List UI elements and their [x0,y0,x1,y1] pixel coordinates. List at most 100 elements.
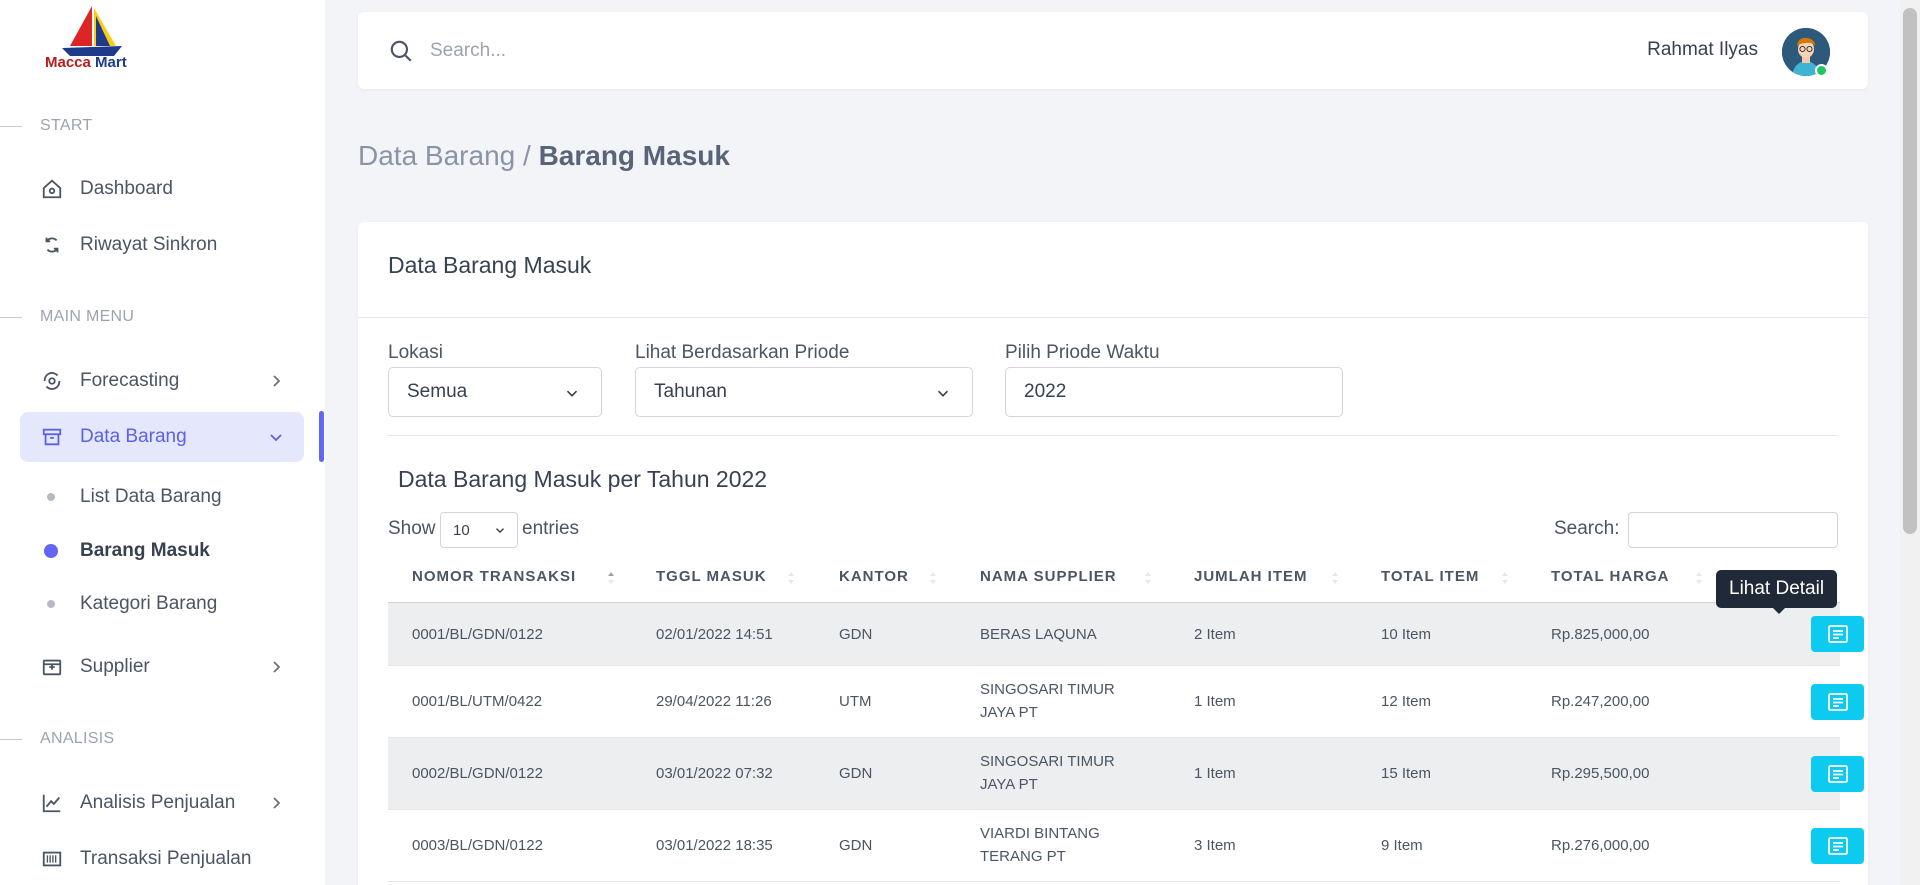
periode-label: Lihat Berdasarkan Priode [635,342,850,363]
sort-icon[interactable] [1331,570,1339,586]
view-detail-button[interactable] [1811,756,1864,792]
sort-icon[interactable] [1501,570,1509,586]
document-icon [1827,765,1848,783]
sidebar-item-data-barang[interactable]: Data Barang [20,412,304,462]
table-row: 0001/BL/GDN/0122 02/01/2022 14:51 GDN BE… [388,603,1864,666]
cell-total-harga: Rp.295,500,00 [1551,765,1650,782]
line-chart-icon [40,791,64,815]
sidebar-item-supplier[interactable]: Supplier [20,642,304,692]
cell-tanggal: 03/01/2022 18:35 [656,837,773,854]
sort-icon[interactable] [787,570,795,586]
show-label: Show [388,518,436,539]
search-icon[interactable] [388,38,414,64]
sidebar-item-forecasting[interactable]: Forecasting [20,356,304,406]
column-header-total-item[interactable]: TOTAL ITEM [1381,568,1479,585]
top-bar: Rahmat Ilyas [358,12,1868,89]
cell-nomor: 0001/BL/UTM/0422 [412,693,543,710]
entries-select[interactable]: 10 [440,512,518,548]
lokasi-value: Semua [407,381,468,402]
cell-total-harga: Rp.247,200,00 [1551,693,1650,710]
cell-supplier-line2: JAYA PT [980,776,1038,793]
sidebar-item-riwayat-sinkron[interactable]: Riwayat Sinkron [20,220,304,270]
cell-jumlah-item: 2 Item [1194,626,1236,643]
document-icon [1827,693,1848,711]
subitem-label: List Data Barang [80,486,222,507]
waktu-input[interactable]: 2022 [1005,367,1343,417]
periode-select[interactable]: Tahunan [635,367,973,417]
column-header-nomor-transaksi[interactable]: NOMOR TRANSAKSI [412,568,576,585]
cell-kantor: GDN [839,626,873,643]
column-header-tggl-masuk[interactable]: TGGL MASUK [656,568,767,585]
bullet-dot-icon [47,600,55,608]
section-main-menu: MAIN MENU [0,308,134,326]
user-name[interactable]: Rahmat Ilyas [1647,39,1758,61]
cell-nomor: 0001/BL/GDN/0122 [412,626,543,643]
inbox-icon [40,655,64,679]
view-detail-button[interactable] [1811,828,1864,864]
breadcrumb-parent[interactable]: Data Barang / [358,140,531,171]
bullet-dot-icon [44,544,58,558]
chevron-down-icon [566,390,578,397]
sidebar-item-transaksi-penjualan[interactable]: Transaksi Penjualan [20,834,304,884]
sidebar-subitem-list-data-barang[interactable]: List Data Barang [40,486,222,508]
table-search-input[interactable] [1628,512,1838,548]
cell-jumlah-item: 1 Item [1194,693,1236,710]
card-title: Data Barang Masuk [388,252,592,278]
scrollbar-thumb[interactable] [1903,8,1917,534]
view-detail-button[interactable] [1811,684,1864,720]
cell-tanggal: 02/01/2022 14:51 [656,626,773,643]
page-title: Barang Masuk [538,140,730,171]
bullet-dot-icon [47,493,55,501]
periode-value: Tahunan [654,381,727,402]
sort-icon[interactable] [929,570,937,586]
cell-total-item: 12 Item [1381,693,1432,710]
sidebar: Macca Mart START Dashboard Riwayat Sinkr… [0,0,325,885]
sidebar-item-label: Transaksi Penjualan [80,848,252,869]
breadcrumb: Data Barang / Barang Masuk [358,140,730,172]
home-icon [40,177,64,201]
scrollbar[interactable] [1900,0,1920,885]
cell-total-item: 9 Item [1381,837,1423,854]
table-row: 0001/BL/UTM/0422 29/04/2022 11:26 UTM SI… [388,666,1864,738]
sidebar-subitem-barang-masuk[interactable]: Barang Masuk [40,540,210,562]
column-header-kantor[interactable]: KANTOR [839,568,909,585]
table-search-label: Search: [1554,518,1620,539]
archive-icon [40,425,64,449]
cell-supplier: SINGOSARI TIMUR [980,681,1115,698]
sort-icon[interactable] [1144,570,1152,586]
cell-nomor: 0002/BL/GDN/0122 [412,765,543,782]
online-status-dot [1815,64,1828,77]
divider [358,317,1868,318]
waktu-value: 2022 [1024,381,1067,402]
ship-logo-icon [62,6,122,56]
chevron-right-icon [273,661,281,673]
section-start: START [0,117,92,135]
cell-kantor: UTM [839,693,872,710]
column-header-jumlah-item[interactable]: JUMLAH ITEM [1194,568,1308,585]
brand-logo[interactable]: Macca Mart [40,2,140,74]
barcode-icon [40,847,64,871]
document-icon [1827,625,1848,643]
cell-jumlah-item: 1 Item [1194,765,1236,782]
forecast-icon [40,369,64,393]
sort-icon[interactable] [607,570,615,586]
entries-value: 10 [453,521,470,539]
view-detail-button[interactable] [1811,616,1864,652]
sidebar-item-dashboard[interactable]: Dashboard [20,164,304,214]
cell-kantor: GDN [839,765,873,782]
sidebar-item-analisis-penjualan[interactable]: Analisis Penjualan [20,778,304,828]
column-header-nama-supplier[interactable]: NAMA SUPPLIER [980,568,1117,585]
subitem-label: Barang Masuk [80,540,210,561]
chevron-right-icon [273,375,281,387]
brand-name: Macca Mart [45,54,127,71]
sidebar-item-label: Analisis Penjualan [80,792,236,813]
cell-tanggal: 29/04/2022 11:26 [656,693,772,710]
cell-jumlah-item: 3 Item [1194,837,1236,854]
sort-icon[interactable] [1695,570,1703,586]
sidebar-subitem-kategori-barang[interactable]: Kategori Barang [40,593,217,615]
lokasi-select[interactable]: Semua [388,367,602,417]
cell-supplier: SINGOSARI TIMUR [980,753,1115,770]
table-row: 0002/BL/GDN/0122 03/01/2022 07:32 GDN SI… [388,738,1864,810]
column-header-total-harga[interactable]: TOTAL HARGA [1551,568,1670,585]
global-search-input[interactable] [430,36,1130,66]
